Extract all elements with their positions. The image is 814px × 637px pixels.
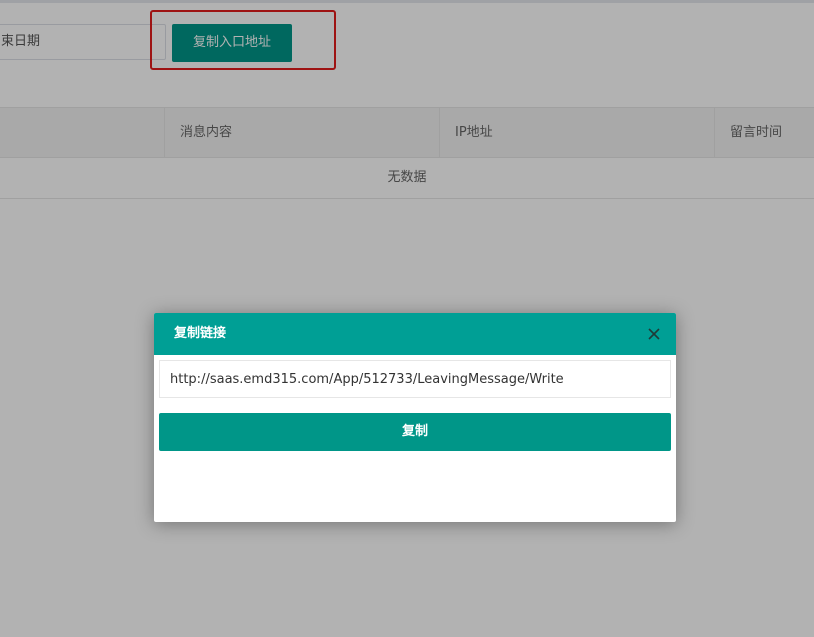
dialog-header: 复制链接 bbox=[154, 313, 676, 355]
copy-link-dialog: 复制链接 复制 bbox=[154, 313, 676, 522]
url-field[interactable] bbox=[159, 360, 671, 398]
dialog-title: 复制链接 bbox=[174, 326, 227, 341]
close-icon[interactable] bbox=[646, 326, 662, 342]
copy-button[interactable]: 复制 bbox=[159, 413, 671, 451]
